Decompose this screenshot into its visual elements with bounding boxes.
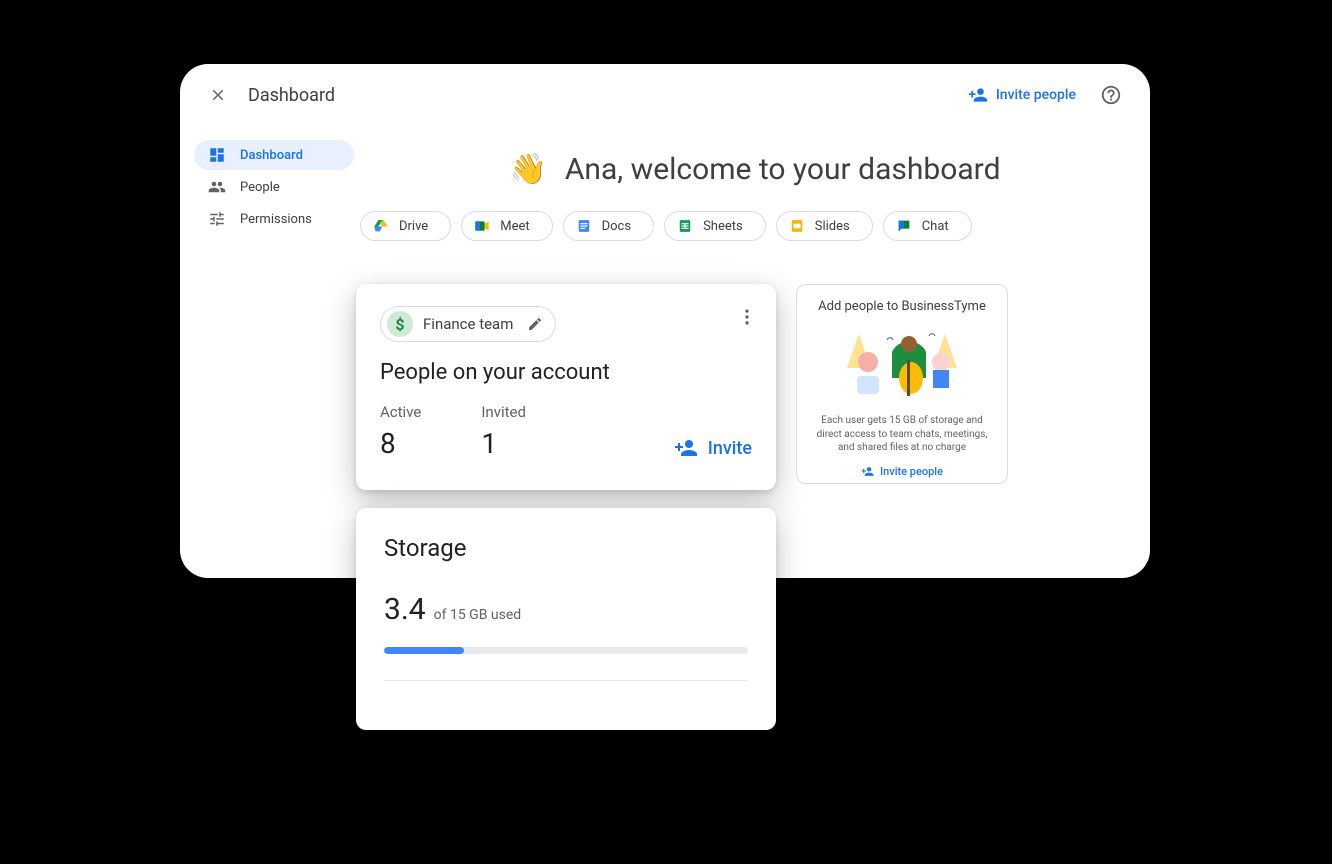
team-name: Finance team: [423, 315, 513, 333]
dollar-badge-icon: $: [387, 311, 413, 337]
sidebar-item-people[interactable]: People: [194, 172, 354, 202]
invite-button[interactable]: Invite: [674, 436, 752, 460]
chip-label: Slides: [815, 219, 850, 234]
chip-label: Sheets: [703, 219, 743, 234]
promo-description: Each user gets 15 GB of storage and dire…: [809, 414, 995, 455]
invite-people-label: Invite people: [996, 87, 1076, 103]
storage-suffix: of 15 GB used: [434, 607, 522, 623]
storage-progress: [384, 647, 748, 654]
stat-active-value: 8: [380, 427, 421, 460]
storage-value: 3.4: [384, 592, 426, 627]
close-icon[interactable]: [208, 85, 228, 105]
promo-title: Add people to BusinessTyme: [809, 299, 995, 314]
main-content: 👋 Ana, welcome to your dashboard Drive M…: [360, 152, 1150, 241]
app-chip-sheets[interactable]: Sheets: [664, 211, 766, 241]
sidebar-item-label: Permissions: [240, 212, 312, 227]
welcome-text: Ana, welcome to your dashboard: [565, 152, 1001, 187]
more-menu-icon[interactable]: [736, 306, 758, 328]
app-chip-docs[interactable]: Docs: [563, 211, 654, 241]
promo-card: Add people to BusinessTyme Each user get…: [796, 284, 1008, 484]
slides-icon: [789, 218, 805, 234]
sidebar-item-permissions[interactable]: Permissions: [194, 204, 354, 234]
app-chip-drive[interactable]: Drive: [360, 211, 451, 241]
dashboard-icon: [208, 146, 226, 164]
chip-label: Drive: [399, 219, 428, 234]
stat-invited-value: 1: [481, 427, 526, 460]
invite-people-link[interactable]: Invite people: [968, 85, 1076, 105]
stat-invited-label: Invited: [481, 403, 526, 421]
sidebar: Dashboard People Permissions: [194, 140, 354, 236]
tune-icon: [208, 210, 226, 228]
app-chips: Drive Meet Docs Sheets: [360, 211, 1150, 241]
wave-emoji: 👋: [509, 152, 546, 187]
promo-invite-label: Invite people: [880, 465, 943, 478]
storage-card: Storage 3.4 of 15 GB used: [356, 508, 776, 730]
stat-active-label: Active: [380, 403, 421, 421]
divider: [384, 680, 748, 681]
people-card: $ Finance team People on your account Ac…: [356, 284, 776, 490]
chip-label: Docs: [602, 219, 631, 234]
storage-progress-fill: [384, 647, 464, 654]
chip-label: Meet: [500, 219, 529, 234]
storage-card-title: Storage: [384, 534, 748, 562]
welcome-heading: 👋 Ana, welcome to your dashboard: [360, 152, 1150, 187]
people-card-title: People on your account: [380, 360, 752, 385]
page-title: Dashboard: [248, 85, 335, 106]
promo-invite-link[interactable]: Invite people: [861, 465, 943, 478]
docs-icon: [576, 218, 592, 234]
topbar: Dashboard Invite people: [180, 64, 1150, 114]
stat-invited: Invited 1: [481, 403, 526, 460]
app-chip-slides[interactable]: Slides: [776, 211, 873, 241]
invite-button-label: Invite: [708, 438, 752, 459]
people-icon: [208, 178, 226, 196]
sidebar-item-label: People: [240, 180, 280, 195]
pencil-icon: [527, 316, 543, 332]
band-illustration-icon: [837, 322, 967, 406]
sidebar-item-dashboard[interactable]: Dashboard: [194, 140, 354, 170]
app-chip-meet[interactable]: Meet: [461, 211, 552, 241]
team-chip[interactable]: $ Finance team: [380, 306, 556, 342]
app-chip-chat[interactable]: Chat: [883, 211, 972, 241]
sidebar-item-label: Dashboard: [240, 148, 303, 163]
meet-icon: [474, 218, 490, 234]
help-icon[interactable]: [1100, 84, 1122, 106]
sheets-icon: [677, 218, 693, 234]
drive-icon: [373, 218, 389, 234]
stat-active: Active 8: [380, 403, 421, 460]
chat-icon: [896, 218, 912, 234]
chip-label: Chat: [922, 219, 949, 234]
